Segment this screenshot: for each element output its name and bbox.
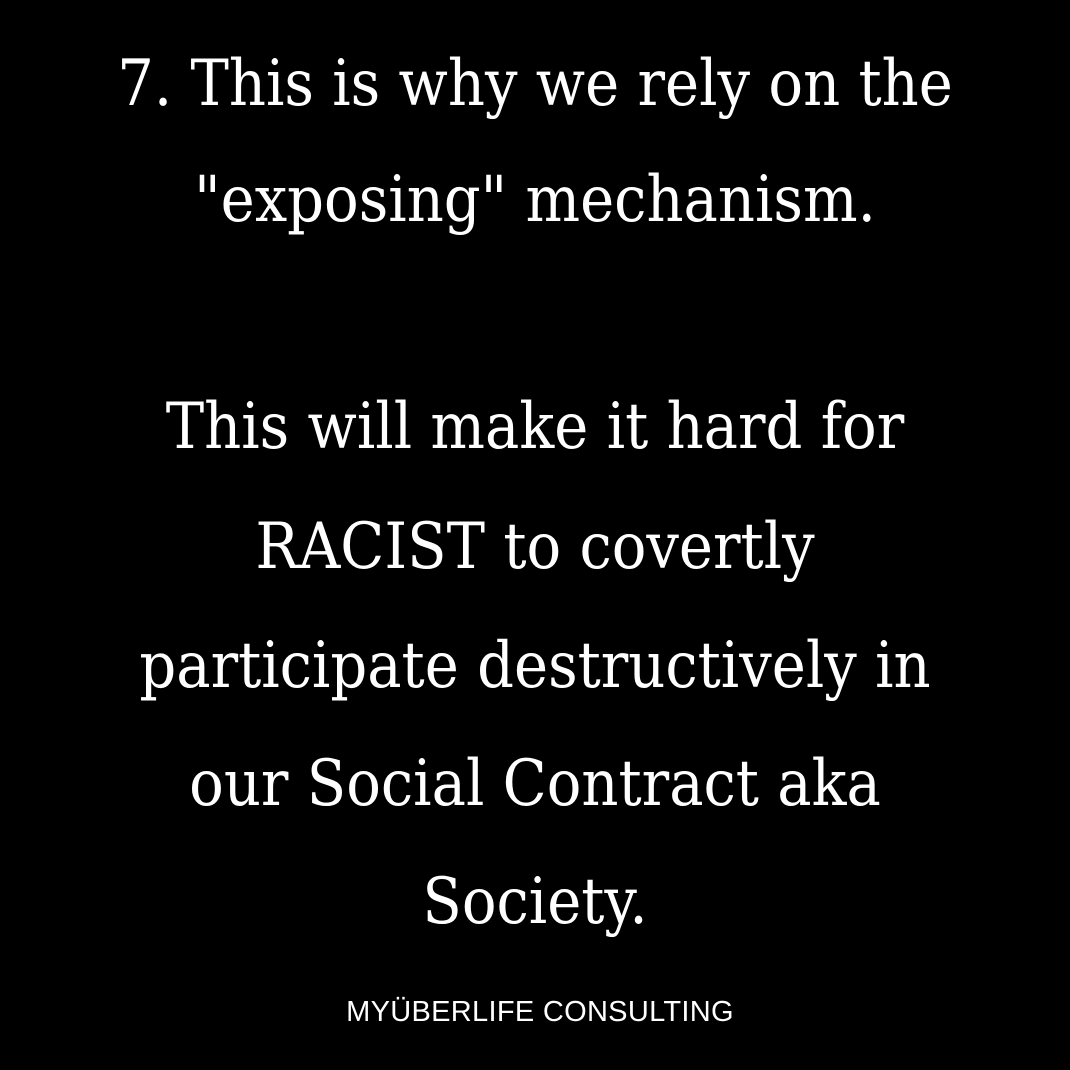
heading-line-2: "exposing" mechanism. — [194, 163, 876, 237]
brand-footer: MYÜBERLIFE CONSULTING — [346, 996, 734, 1028]
heading-line-1: 7. This is why we rely on the — [117, 47, 953, 121]
post-canvas: 7. This is why we rely on the "exposing"… — [0, 0, 1070, 1070]
body-line-3: participate destructively in — [139, 629, 931, 703]
body-line-5: Society. — [422, 865, 648, 939]
body-line-2: RACIST to covertly — [255, 510, 815, 584]
body-line-1: This will make it hard for — [165, 390, 905, 464]
body-line-4: our Social Contract aka — [189, 747, 881, 821]
